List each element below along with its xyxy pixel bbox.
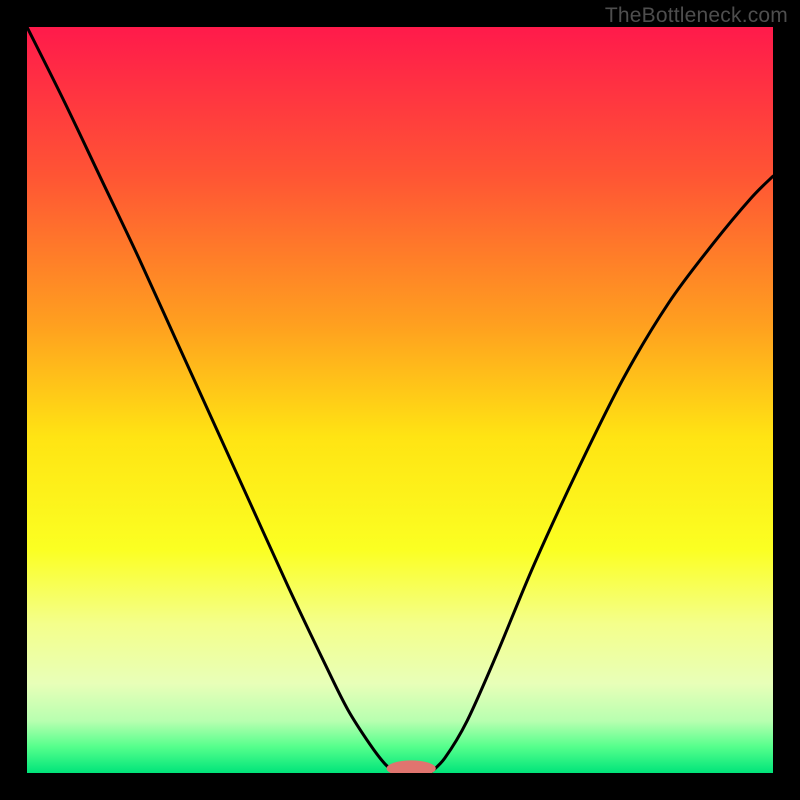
plot-area xyxy=(27,27,773,773)
gradient-background xyxy=(27,27,773,773)
chart-frame: TheBottleneck.com xyxy=(0,0,800,800)
bottleneck-chart xyxy=(27,27,773,773)
watermark-label: TheBottleneck.com xyxy=(605,4,788,28)
